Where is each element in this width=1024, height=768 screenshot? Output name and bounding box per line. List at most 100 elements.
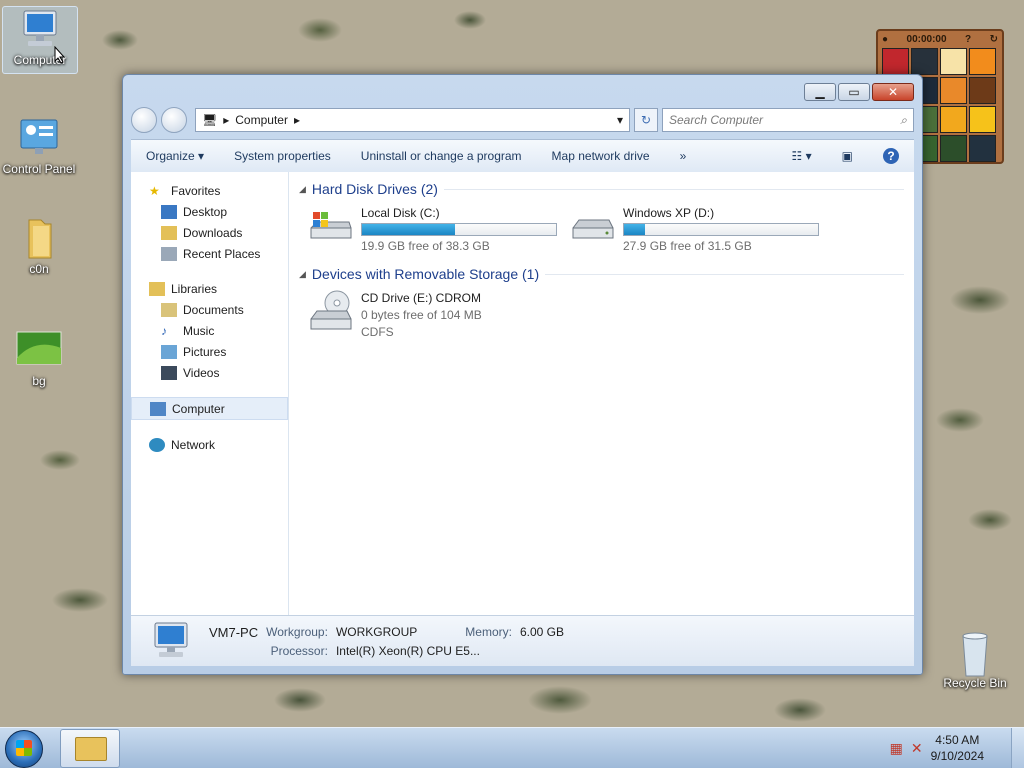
nav-music[interactable]: ♪ Music xyxy=(131,320,288,341)
help-button[interactable]: ? xyxy=(868,148,914,164)
nav-favorites[interactable]: ★ Favorites xyxy=(131,180,288,201)
maximize-button[interactable]: ▭ xyxy=(838,83,870,101)
show-desktop-button[interactable] xyxy=(1011,728,1024,768)
drive-name: CD Drive (E:) CDROM xyxy=(361,291,481,305)
refresh-button[interactable]: ↻ xyxy=(634,108,658,132)
back-button[interactable] xyxy=(131,107,157,133)
collapse-triangle-icon[interactable]: ◢ xyxy=(299,269,306,280)
network-tray-icon[interactable]: ▦ xyxy=(890,740,903,757)
nav-network[interactable]: Network xyxy=(131,434,288,455)
change-view-button[interactable]: ☷ ▾ xyxy=(777,149,827,163)
desktop-icon-recycle-bin[interactable]: Recycle Bin xyxy=(938,630,1012,690)
forward-button[interactable] xyxy=(161,107,187,133)
refresh-icon: ↻ xyxy=(640,113,652,127)
help-icon: ? xyxy=(883,148,899,164)
chevron-down-icon: ▾ xyxy=(198,149,205,163)
folder-icon xyxy=(15,216,63,260)
drive-c[interactable]: Local Disk (C:) 19.9 GB free of 38.3 GB xyxy=(307,204,557,253)
clock-date: 9/10/2024 xyxy=(930,749,984,763)
address-bar[interactable]: 🖥 ▸ Computer ▸ ▾ xyxy=(195,108,630,132)
more-commands-button[interactable]: » xyxy=(665,149,702,163)
start-button[interactable] xyxy=(5,730,43,768)
uninstall-program-button[interactable]: Uninstall or change a program xyxy=(346,149,537,163)
nav-documents[interactable]: Documents xyxy=(131,299,288,320)
processor-label: Processor: xyxy=(270,643,328,658)
nav-videos[interactable]: Videos xyxy=(131,362,288,383)
nav-label: Downloads xyxy=(183,225,243,240)
nav-label: Videos xyxy=(183,365,220,380)
music-icon: ♪ xyxy=(161,323,167,338)
organize-button[interactable]: Organize ▾ xyxy=(131,149,219,163)
desktop-icon-label: Control Panel xyxy=(2,162,76,176)
nav-label: Libraries xyxy=(171,281,218,296)
computer-small-icon: 🖥 xyxy=(202,113,218,127)
desktop-icon-control-panel[interactable]: Control Panel xyxy=(2,116,76,176)
organize-label: Organize xyxy=(146,149,195,163)
gadget-refresh-icon[interactable]: ↻ xyxy=(990,34,998,45)
view-icon: ☷ xyxy=(791,149,803,163)
nav-label: Pictures xyxy=(183,344,227,359)
processor-value: Intel(R) Xeon(R) CPU E5... xyxy=(335,643,480,658)
nav-pictures[interactable]: Pictures xyxy=(131,341,288,362)
nav-downloads[interactable]: Downloads xyxy=(131,222,288,243)
group-removable-storage[interactable]: ◢ Devices with Removable Storage (1) xyxy=(299,263,904,285)
recycle-bin-icon xyxy=(951,630,999,677)
drive-free-space: 27.9 GB free of 31.5 GB xyxy=(623,239,752,253)
minimize-button[interactable]: ▁ xyxy=(804,83,836,101)
maximize-icon: ▭ xyxy=(848,85,860,99)
system-properties-button[interactable]: System properties xyxy=(219,149,346,163)
documents-icon xyxy=(161,302,177,317)
preview-pane-button[interactable]: ▣ xyxy=(827,149,868,163)
nav-label: Recent Places xyxy=(183,246,261,261)
breadcrumb-computer[interactable]: Computer xyxy=(235,113,288,127)
desktop-icon-label: c0n xyxy=(29,262,49,276)
windows-logo-icon xyxy=(16,740,32,756)
breadcrumb-chevron-icon[interactable]: ▸ xyxy=(294,113,300,127)
cd-drive-icon xyxy=(307,289,353,333)
drive-usage-bar xyxy=(623,223,819,236)
taskbar: ▦ ✕ 4:50 AM 9/10/2024 xyxy=(0,727,1024,768)
network-icon xyxy=(149,437,165,452)
details-pane: VM7-PC Workgroup: WORKGROUP Memory: 6.00… xyxy=(131,615,914,666)
chevron-down-icon: ▾ xyxy=(805,149,812,163)
usage-fill xyxy=(362,224,456,235)
file-list: ◢ Hard Disk Drives (2) Local Disk (C:) 1… xyxy=(289,172,914,618)
taskbar-explorer-button[interactable] xyxy=(60,729,120,768)
drive-d[interactable]: Windows XP (D:) 27.9 GB free of 31.5 GB xyxy=(569,204,819,253)
desktop-icon xyxy=(161,204,177,219)
map-network-drive-button[interactable]: Map network drive xyxy=(537,149,665,163)
downloads-icon xyxy=(161,225,177,240)
group-hard-disk-drives[interactable]: ◢ Hard Disk Drives (2) xyxy=(299,178,904,200)
explorer-window[interactable]: ▁ ▭ ✕ 🖥 ▸ Computer ▸ ▾ ↻ Search Computer… xyxy=(122,74,923,675)
content-area: ★ Favorites Desktop Downloads Recent Plac… xyxy=(131,172,914,618)
caption-buttons: ▁ ▭ ✕ xyxy=(804,83,914,101)
clock[interactable]: 4:50 AM 9/10/2024 xyxy=(931,732,984,764)
nav-desktop[interactable]: Desktop xyxy=(131,201,288,222)
nav-computer[interactable]: Computer xyxy=(131,397,288,420)
drive-e[interactable]: CD Drive (E:) CDROM 0 bytes free of 104 … xyxy=(307,289,557,339)
navigation-pane: ★ Favorites Desktop Downloads Recent Plac… xyxy=(131,172,289,618)
gadget-timer: 00:00:00 xyxy=(906,33,947,45)
group-title: Devices with Removable Storage (1) xyxy=(311,266,540,282)
timer-icon: ● xyxy=(882,33,889,45)
nav-label: Computer xyxy=(172,401,225,416)
drive-name: Local Disk (C:) xyxy=(361,206,440,220)
search-input[interactable]: Search Computer ⌕ xyxy=(662,108,914,132)
libraries-icon xyxy=(149,281,165,296)
address-dropdown-icon[interactable]: ▾ xyxy=(617,113,623,127)
drive-free-space: 19.9 GB free of 38.3 GB xyxy=(361,239,490,253)
volume-muted-icon[interactable]: ✕ xyxy=(911,740,923,757)
desktop-icon-label: bg xyxy=(32,374,46,388)
collapse-triangle-icon[interactable]: ◢ xyxy=(299,184,306,195)
desktop-icon-computer[interactable]: Computer xyxy=(2,6,78,74)
gadget-help-icon[interactable]: ? xyxy=(965,34,971,45)
close-button[interactable]: ✕ xyxy=(872,83,914,101)
pc-name: VM7-PC xyxy=(209,624,259,640)
desktop-icon-bg[interactable]: bg xyxy=(2,328,76,388)
nav-label: Desktop xyxy=(183,204,228,219)
hard-drive-icon xyxy=(569,210,615,246)
image-icon xyxy=(15,328,63,372)
nav-recent-places[interactable]: Recent Places xyxy=(131,243,288,264)
desktop-icon-c0n[interactable]: c0n xyxy=(2,216,76,276)
nav-libraries[interactable]: Libraries xyxy=(131,278,288,299)
